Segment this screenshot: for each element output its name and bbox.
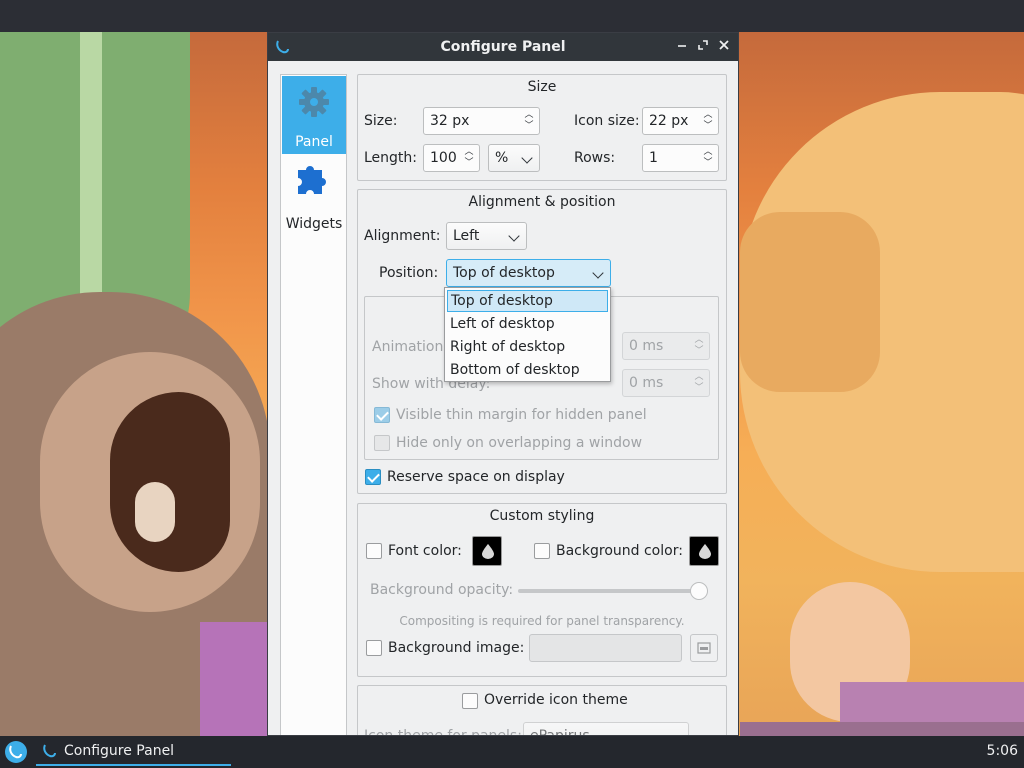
icon-size-label: Icon size: — [574, 113, 640, 129]
font-color-checkbox[interactable] — [366, 543, 382, 559]
close-icon — [719, 40, 729, 50]
clock[interactable]: 5:06 — [987, 743, 1018, 759]
hide-overlap-checkbox[interactable] — [374, 435, 390, 451]
length-label: Length: — [364, 150, 418, 166]
bg-image-browse-button[interactable] — [690, 634, 718, 662]
position-dropdown-list: Top of desktop Left of desktop Right of … — [444, 287, 611, 382]
bg-opacity-slider[interactable] — [518, 589, 708, 593]
configure-panel-window: Configure Panel Panel Widgets Size Size:… — [267, 32, 739, 736]
window-title: Configure Panel — [440, 39, 566, 55]
minimize-icon — [678, 45, 686, 47]
minimize-button[interactable] — [672, 37, 692, 57]
rows-label: Rows: — [574, 150, 616, 166]
spin-arrows-icon[interactable]: ︿ ﹀ — [702, 110, 714, 132]
rows-spinbox[interactable]: 1 ︿ ﹀ — [642, 144, 719, 172]
size-group: Size Size: 32 px ︿ ﹀ Icon size: 22 px ︿ ﹀ … — [357, 74, 727, 181]
length-unit-combo[interactable]: % — [488, 144, 540, 172]
sidebar-item-panel[interactable]: Panel — [282, 76, 346, 154]
image-icon — [697, 642, 711, 654]
close-button[interactable] — [714, 37, 734, 57]
length-spinbox[interactable]: 100 ︿ ﹀ — [423, 144, 480, 172]
taskbar-item-label: Configure Panel — [64, 743, 175, 759]
bg-opacity-label: Background opacity: — [370, 582, 514, 598]
spin-arrows-icon[interactable]: ︿ ﹀ — [693, 372, 705, 394]
icon-theme-label: Icon theme for panels: — [364, 728, 522, 736]
bg-color-button[interactable] — [689, 536, 719, 566]
compositing-note: Compositing is required for panel transp… — [399, 614, 685, 628]
bg-image-checkbox[interactable] — [366, 640, 382, 656]
animation-label: Animation — [372, 339, 444, 355]
desktop-top-bar — [0, 0, 1024, 32]
thin-margin-label: Visible thin margin for hidden panel — [396, 407, 647, 423]
window-titlebar[interactable]: Configure Panel — [268, 33, 738, 61]
start-menu-button[interactable] — [4, 740, 28, 764]
size-value: 32 px — [430, 113, 470, 129]
alignment-value: Left — [453, 228, 480, 244]
icon-size-value: 22 px — [649, 113, 689, 129]
bg-color-checkbox[interactable] — [534, 543, 550, 559]
font-color-button[interactable] — [472, 536, 502, 566]
spin-arrows-icon[interactable]: ︿ ﹀ — [702, 147, 714, 169]
size-spinbox[interactable]: 32 px ︿ ﹀ — [423, 107, 540, 135]
position-option-left[interactable]: Left of desktop — [447, 313, 608, 335]
slider-handle[interactable] — [690, 582, 708, 600]
override-icon-theme-checkbox[interactable] — [462, 693, 478, 709]
app-icon — [43, 744, 56, 758]
spin-arrows-icon[interactable]: ︿ ﹀ — [463, 147, 475, 169]
taskbar: Configure Panel 5:06 — [0, 736, 1024, 768]
thin-margin-checkbox[interactable] — [374, 407, 390, 423]
position-option-bottom[interactable]: Bottom of desktop — [447, 359, 608, 381]
spin-arrows-icon[interactable]: ︿ ﹀ — [523, 110, 535, 132]
position-option-top[interactable]: Top of desktop — [447, 290, 608, 312]
reserve-space-check[interactable] — [365, 469, 381, 485]
size-label: Size: — [364, 113, 398, 129]
sidebar-item-label: Panel — [295, 134, 333, 150]
taskbar-item-configure-panel[interactable]: Configure Panel — [36, 738, 231, 766]
maximize-icon — [698, 40, 708, 50]
length-unit-value: % — [495, 150, 509, 166]
icon-size-spinbox[interactable]: 22 px ︿ ﹀ — [642, 107, 719, 135]
sidebar-item-widgets[interactable]: Widgets — [282, 156, 346, 234]
droplet-icon — [482, 544, 494, 559]
show-delay-spinbox[interactable]: 0 ms ︿ ﹀ — [622, 369, 710, 397]
position-label: Position: — [379, 265, 439, 281]
custom-styling-group: Custom styling Font color: Background co… — [357, 503, 727, 677]
alignment-group-title: Alignment & position — [468, 194, 616, 210]
position-option-right[interactable]: Right of desktop — [447, 336, 608, 358]
position-combo[interactable]: Top of desktop — [446, 259, 611, 287]
app-launcher-icon — [5, 741, 27, 763]
chevron-down-icon — [521, 152, 533, 164]
chevron-down-icon — [508, 230, 520, 242]
icon-theme-group: Override icon theme Icon theme for panel… — [357, 685, 727, 736]
sidebar: Panel Widgets — [280, 74, 347, 735]
animation-value: 0 ms — [629, 338, 664, 354]
bg-color-label: Background color: — [556, 543, 683, 559]
reserve-space-label: Reserve space on display — [387, 469, 565, 485]
icon-theme-value: ePapirus — [530, 728, 590, 736]
animation-spinbox[interactable]: 0 ms ︿ ﹀ — [622, 332, 710, 360]
chevron-down-icon — [592, 267, 604, 279]
size-group-title: Size — [527, 79, 557, 95]
alignment-label: Alignment: — [364, 228, 441, 244]
droplet-icon — [699, 544, 711, 559]
font-color-label: Font color: — [388, 543, 462, 559]
override-icon-theme-label: Override icon theme — [484, 692, 628, 708]
icon-theme-combo[interactable]: ePapirus — [523, 722, 689, 736]
spin-arrows-icon[interactable]: ︿ ﹀ — [693, 335, 705, 357]
bg-image-input[interactable] — [529, 634, 682, 662]
alignment-combo[interactable]: Left — [446, 222, 527, 250]
styling-group-title: Custom styling — [489, 508, 595, 524]
length-value: 100 — [430, 150, 457, 166]
hide-overlap-label: Hide only on overlapping a window — [396, 435, 643, 451]
position-value: Top of desktop — [453, 265, 555, 281]
maximize-button[interactable] — [693, 37, 713, 57]
bg-image-label: Background image: — [388, 640, 525, 656]
gear-icon — [299, 87, 329, 117]
sidebar-item-label: Widgets — [285, 216, 343, 232]
rows-value: 1 — [649, 150, 658, 166]
show-delay-value: 0 ms — [629, 375, 664, 391]
puzzle-icon — [298, 166, 326, 194]
